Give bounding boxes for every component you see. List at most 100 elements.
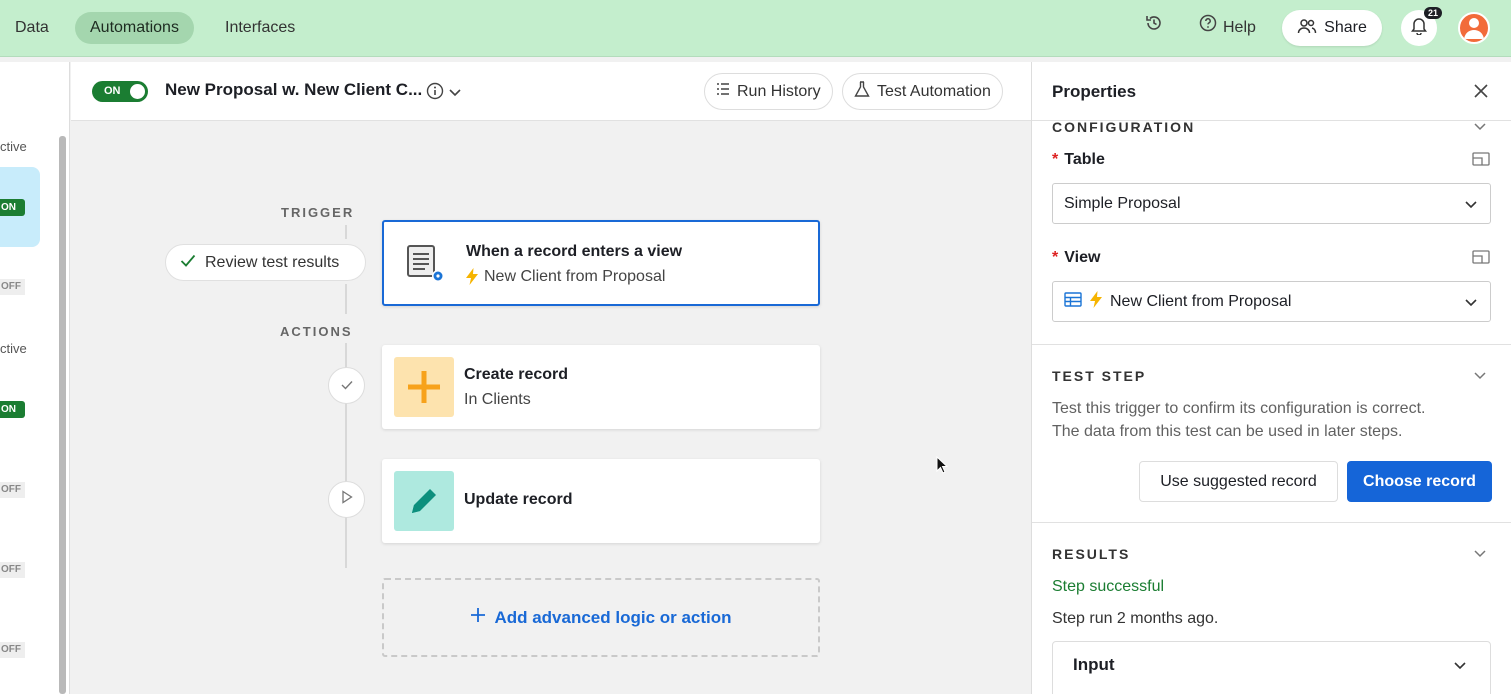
chevron-down-icon [1464, 295, 1478, 313]
help-label: Help [1223, 19, 1256, 36]
add-advanced-logic-button[interactable]: Add advanced logic or action [382, 578, 820, 657]
properties-title: Properties [1052, 82, 1137, 101]
choose-record-button[interactable]: Choose record [1347, 461, 1492, 502]
test-automation-label: Test Automation [877, 82, 991, 100]
share-label: Share [1324, 19, 1367, 36]
check-icon [341, 377, 353, 395]
automation-canvas: TRIGGER Review test results When a recor… [71, 121, 1031, 694]
run-history-button[interactable]: Run History [704, 73, 833, 110]
run-history-label: Run History [737, 82, 821, 100]
status-badge: ON [0, 401, 25, 418]
bell-icon [1410, 16, 1428, 40]
sidebar-scrollbar[interactable] [59, 136, 66, 694]
view-field-label: * View [1052, 249, 1101, 266]
view-select[interactable]: New Client from Proposal [1052, 281, 1491, 322]
automation-title[interactable]: New Proposal w. New Client C... [165, 80, 422, 100]
results-heading: RESULTS [1052, 546, 1131, 562]
chevron-down-icon[interactable] [1473, 368, 1487, 386]
actions-section-label: ACTIONS [280, 324, 353, 339]
trigger-card[interactable]: When a record enters a view New Client f… [382, 220, 820, 306]
check-icon [180, 254, 196, 272]
test-step-heading: TEST STEP [1052, 368, 1147, 384]
user-icon [1460, 14, 1488, 42]
plus-icon [470, 607, 486, 628]
tab-interfaces[interactable]: Interfaces [210, 12, 310, 44]
top-bar: Data Automations Interfaces Help Share 2… [0, 0, 1511, 57]
action-card-title: Update record [464, 491, 573, 508]
sidebar-item-label: ctive [0, 139, 27, 154]
use-suggested-record-button[interactable]: Use suggested record [1139, 461, 1338, 502]
tab-data[interactable]: Data [0, 12, 64, 44]
sidebar-item-label: ctive [0, 341, 27, 356]
input-accordion-label: Input [1073, 655, 1115, 674]
avatar[interactable] [1458, 12, 1490, 44]
trigger-section-label: TRIGGER [281, 205, 355, 220]
plus-icon [394, 357, 454, 417]
status-badge: ON [0, 199, 25, 216]
test-automation-button[interactable]: Test Automation [842, 73, 1003, 110]
connector-line [345, 284, 347, 314]
table-select-value: Simple Proposal [1064, 194, 1181, 212]
review-label: Review test results [205, 253, 340, 271]
history-icon [1145, 12, 1163, 44]
info-icon[interactable] [426, 82, 444, 105]
view-select-value: New Client from Proposal [1110, 292, 1292, 310]
step-status-text: Step successful [1052, 578, 1165, 595]
status-badge: OFF [0, 482, 25, 498]
close-icon[interactable] [1472, 82, 1490, 105]
help-icon [1199, 12, 1217, 44]
test-step-description: The data from this test can be used in l… [1052, 423, 1403, 440]
section-divider [1032, 344, 1511, 345]
mouse-cursor-icon [936, 455, 949, 479]
action-card-update-record[interactable]: Update record [382, 459, 820, 543]
chevron-down-icon [1453, 658, 1467, 676]
action-card-create-record[interactable]: Create record In Clients [382, 345, 820, 429]
history-button[interactable] [1145, 12, 1163, 44]
chevron-down-icon[interactable] [1473, 546, 1487, 564]
pencil-icon [394, 471, 454, 531]
step-run-time: Step run 2 months ago. [1052, 610, 1219, 627]
view-label-text: View [1064, 249, 1101, 266]
status-badge: OFF [0, 279, 25, 295]
lightning-icon [466, 268, 478, 290]
input-accordion[interactable]: Input [1052, 641, 1491, 694]
chevron-down-icon[interactable] [1473, 119, 1487, 137]
panel-icon[interactable] [1472, 152, 1490, 171]
chevron-down-icon [1464, 197, 1478, 215]
review-test-results-button[interactable]: Review test results [165, 244, 366, 281]
properties-header: Properties [1032, 62, 1511, 121]
trigger-card-title: When a record enters a view [466, 243, 683, 260]
table-select[interactable]: Simple Proposal [1052, 183, 1491, 224]
automation-header: ON New Proposal w. New Client C... Run H… [71, 62, 1031, 121]
panel-icon[interactable] [1472, 250, 1490, 269]
tab-automations[interactable]: Automations [75, 12, 194, 44]
add-action-label: Add advanced logic or action [494, 607, 732, 627]
status-badge: OFF [0, 642, 25, 658]
lightning-icon [1090, 290, 1102, 313]
table-field-label: * Table [1052, 151, 1105, 168]
section-divider [1032, 522, 1511, 523]
properties-panel: Properties CONFIGURATION * Table Simple P… [1031, 62, 1511, 694]
flask-icon [854, 80, 870, 103]
play-icon [341, 490, 353, 509]
automation-toggle[interactable]: ON [92, 81, 148, 102]
list-icon [716, 82, 730, 101]
grid-view-icon [1064, 291, 1082, 312]
action-card-subtitle: In Clients [464, 391, 531, 408]
share-button[interactable]: Share [1282, 10, 1382, 46]
toggle-knob [130, 84, 145, 99]
test-step-button[interactable] [328, 481, 365, 518]
test-step-description: Test this trigger to confirm its configu… [1052, 400, 1426, 417]
step-status-done [328, 367, 365, 404]
trigger-card-subtitle: New Client from Proposal [466, 268, 665, 290]
configuration-heading: CONFIGURATION [1052, 119, 1196, 135]
chevron-down-icon[interactable] [448, 85, 462, 103]
help-button[interactable]: Help [1199, 12, 1256, 44]
status-badge: OFF [0, 562, 25, 578]
record-view-icon [394, 232, 454, 292]
connector-line [345, 225, 347, 239]
toggle-label: ON [104, 85, 121, 97]
action-card-title: Create record [464, 366, 569, 383]
users-icon [1297, 18, 1317, 39]
trigger-view-name: New Client from Proposal [484, 268, 666, 285]
